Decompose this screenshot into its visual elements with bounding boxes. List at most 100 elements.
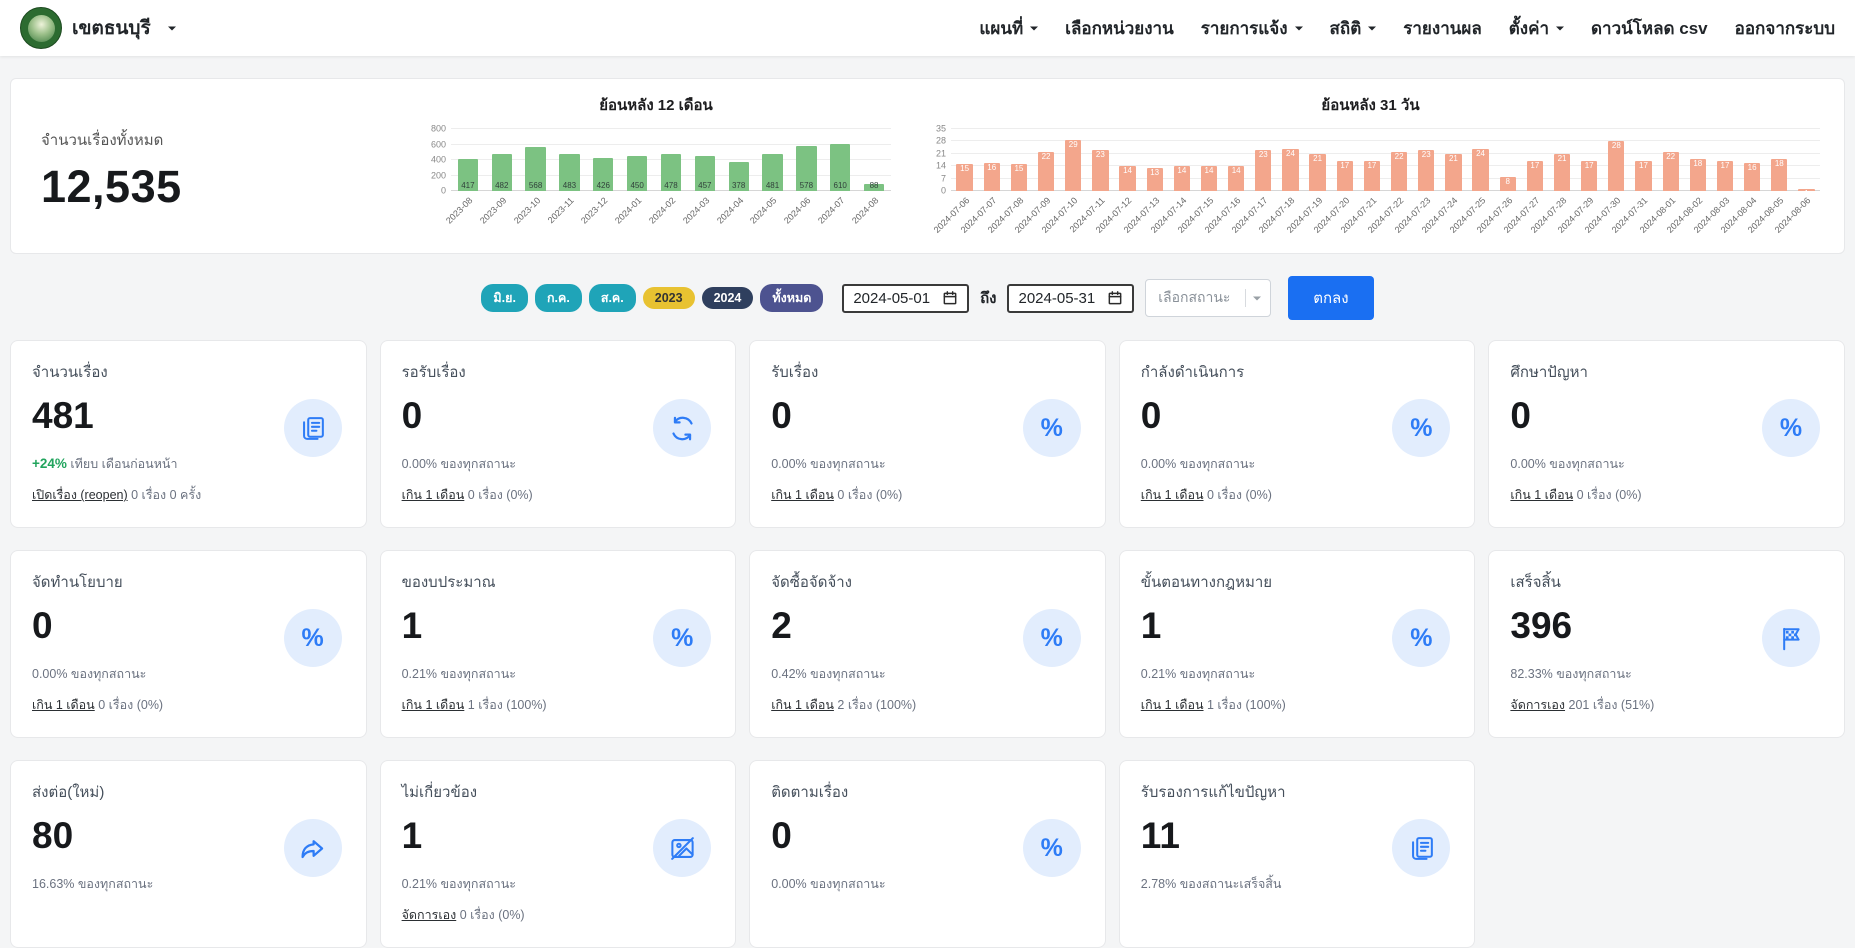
bar-2024-07-20: 17 2024-07-20	[1311, 129, 1358, 235]
card-link[interactable]: จัดการเอง	[402, 908, 457, 922]
status-card-in-progress: กำลังดำเนินการ 0% 0.00% ของทุกสถานะ เกิน 1 …	[1118, 340, 1476, 528]
bar-value-label: 21	[1557, 153, 1567, 163]
card-title: จำนวนเรื่อง	[32, 364, 108, 381]
caret-down-icon	[1556, 26, 1564, 35]
bar-2024-07-09: 22 2024-07-09	[1013, 129, 1059, 235]
bar-value-label: 16	[987, 162, 997, 172]
bar-2024-04: 378 2024-04	[715, 129, 756, 226]
nav-item-label: ตั้งค่า	[1508, 18, 1549, 38]
card-link[interactable]: เกิน 1 เดือน	[1510, 488, 1573, 502]
status-card-irrelevant: ไม่เกี่ยวข้อง 1 0.21% ของทุกสถานะ จัดการเอง…	[379, 760, 737, 948]
card-title: เสร็จสิ้น	[1510, 574, 1561, 591]
card-subtext: 16.63% ของทุกสถานะ	[32, 877, 154, 891]
bar-value-label: 21	[1313, 153, 1323, 163]
card-title: ส่งต่อ(ใหม่)	[32, 784, 105, 801]
y-tick-label: 14	[935, 160, 946, 171]
bar-2023-09: 482 2023-09	[478, 129, 519, 226]
plot-area: 15 2024-07-06 16 2024-07-07 15 2024-07-08 22 20…	[931, 128, 1820, 235]
summary-total: จำนวนเรื่องทั้งหมด 12,535	[29, 87, 421, 253]
brand-menu[interactable]: เขตธนบุรี	[20, 7, 176, 49]
card-link-line: เกิน 1 เดือน 0 เรื่อง (0%)	[1140, 488, 1272, 502]
bar-value-label: 18	[1774, 159, 1784, 169]
y-tick-label: 35	[935, 123, 946, 134]
card-link[interactable]: เปิดเรื่อง (reopen)	[32, 488, 128, 502]
card-link-line: จัดการเอง 0 เรื่อง (0%)	[401, 908, 525, 922]
bar-value-label: 457	[698, 181, 712, 190]
date-range-to-label: ถึง	[980, 290, 997, 307]
filter-pill-all[interactable]: ทั้งหมด	[760, 284, 824, 312]
card-link[interactable]: เกิน 1 เดือน	[402, 698, 465, 712]
date-from-value: 2024-05-01	[853, 289, 931, 307]
filter-pill-year-2023[interactable]: 2023	[642, 287, 695, 309]
nav-item-map[interactable]: แผนที่	[979, 15, 1039, 42]
x-tick-label: 2023-12	[579, 195, 610, 226]
card-link[interactable]: เกิน 1 เดือน	[771, 488, 834, 502]
bar-2024-07-06: 15 2024-07-06	[931, 129, 978, 235]
summary-total-label: จำนวนเรื่องทั้งหมด	[41, 131, 164, 149]
quick-filter-pills: มิ.ย. ก.ค. ส.ค. 2023 2024 ทั้งหมด	[481, 284, 824, 312]
calendar-icon	[943, 291, 957, 305]
card-subtext: 0.00% ของทุกสถานะ	[771, 877, 886, 891]
bars: 417 2023-08 482 2023-09 568 2023-10 483 2023-11…	[444, 129, 891, 226]
bar-2024-07-15: 14 2024-07-15	[1176, 129, 1222, 235]
nav-item-logout[interactable]: ออกจากระบบ	[1735, 15, 1835, 42]
caret-down-icon	[167, 26, 176, 35]
card-link[interactable]: จัดการเอง	[1510, 698, 1565, 712]
bar-2023-11: 483 2023-11	[546, 129, 587, 225]
percent-icon: %	[1022, 819, 1081, 877]
bar-2023-12: 426 2023-12	[579, 129, 620, 226]
nav-item-reports[interactable]: รายการแจ้ง	[1201, 15, 1303, 42]
filter-pill-year-2024[interactable]: 2024	[701, 287, 754, 309]
bar-2024-07-16: 14 2024-07-16	[1203, 129, 1250, 235]
navbar: เขตธนบุรี แผนที่ เลือกหน่วยงาน รายการแจ้ง ส…	[0, 0, 1855, 56]
card-subtext: 0.00% ของทุกสถานะ	[1510, 457, 1625, 471]
bar-2024-01: 450 2024-01	[613, 129, 654, 226]
submit-button[interactable]: ตกลง	[1288, 276, 1374, 320]
card-link[interactable]: เกิน 1 เดือน	[1141, 488, 1204, 502]
status-select-placeholder: เลือกสถานะ	[1158, 289, 1231, 305]
bar-value-label: 15	[960, 164, 970, 174]
card-title: รับเรื่อง	[771, 364, 819, 381]
bar-value-label: 578	[799, 181, 814, 190]
filter-pill-month-jul[interactable]: ก.ค.	[534, 284, 582, 312]
nav-item-label: รายงานผล	[1403, 18, 1482, 38]
y-tick-label: 800	[430, 123, 446, 134]
select-divider	[1245, 289, 1247, 307]
status-card-waiting: รอรับเรื่อง 0 0.00% ของทุกสถานะ เกิน 1 เดือ…	[379, 340, 737, 528]
nav-item-stats[interactable]: สถิติ	[1330, 15, 1377, 42]
refresh-icon	[653, 399, 712, 457]
bar-value-label: 23	[1095, 150, 1105, 160]
nav-item-results[interactable]: รายงานผล	[1403, 15, 1481, 42]
card-subtext: 2.78% ของสถานะเสร็จสิ้น	[1140, 877, 1282, 891]
date-from-input[interactable]: 2024-05-01	[842, 283, 970, 313]
card-link-line: เกิน 1 เดือน 0 เรื่อง (0%)	[771, 488, 903, 502]
bar-value-label: 17	[1367, 160, 1377, 170]
bar-2024-07-12: 14 2024-07-12	[1094, 129, 1141, 235]
nav-item-settings[interactable]: ตั้งค่า	[1509, 15, 1564, 42]
chart-12-months: ย้อนหลัง 12 เดือน 0 200 400 600 800 417 2023-…	[421, 87, 891, 253]
summary-total-value: 12,535	[41, 160, 182, 212]
filter-pill-month-jun[interactable]: มิ.ย.	[481, 284, 528, 312]
bar-value-label: 24	[1286, 148, 1295, 158]
nav-item-choose-agency[interactable]: เลือกหน่วยงาน	[1065, 15, 1174, 42]
bar-value-label: 88	[869, 181, 879, 190]
card-link[interactable]: เกิน 1 เดือน	[32, 698, 95, 712]
bar-value-label: 14	[1177, 166, 1187, 176]
card-title: รอรับเรื่อง	[401, 364, 466, 381]
bar-value-label: 22	[1041, 152, 1051, 162]
card-link[interactable]: เกิน 1 เดือน	[1141, 698, 1204, 712]
bar-2024-08-04: 16 2024-08-04	[1719, 129, 1766, 235]
y-axis: 0 200 400 600 800	[421, 124, 451, 195]
status-card-follow: ติดตามเรื่อง 0% 0.00% ของทุกสถานะ	[749, 760, 1106, 948]
status-card-budget: ของบประมาณ 1% 0.21% ของทุกสถานะ เกิน 1 เดือ…	[379, 550, 737, 738]
filter-pill-month-aug[interactable]: ส.ค.	[588, 284, 636, 312]
card-link[interactable]: เกิน 1 เดือน	[771, 698, 834, 712]
card-link[interactable]: เกิน 1 เดือน	[402, 488, 465, 502]
nav-item-download-csv[interactable]: ดาวน์โหลด csv	[1591, 15, 1708, 42]
date-to-input[interactable]: 2024-05-31	[1007, 283, 1135, 313]
card-title: จัดซื้อจัดจ้าง	[771, 574, 852, 591]
bar-value-label: 28	[1611, 141, 1621, 151]
card-subtext: 0.21% ของทุกสถานะ	[401, 877, 516, 891]
status-select[interactable]: เลือกสถานะ	[1145, 279, 1272, 317]
bar-value-label: 13	[1150, 167, 1160, 177]
